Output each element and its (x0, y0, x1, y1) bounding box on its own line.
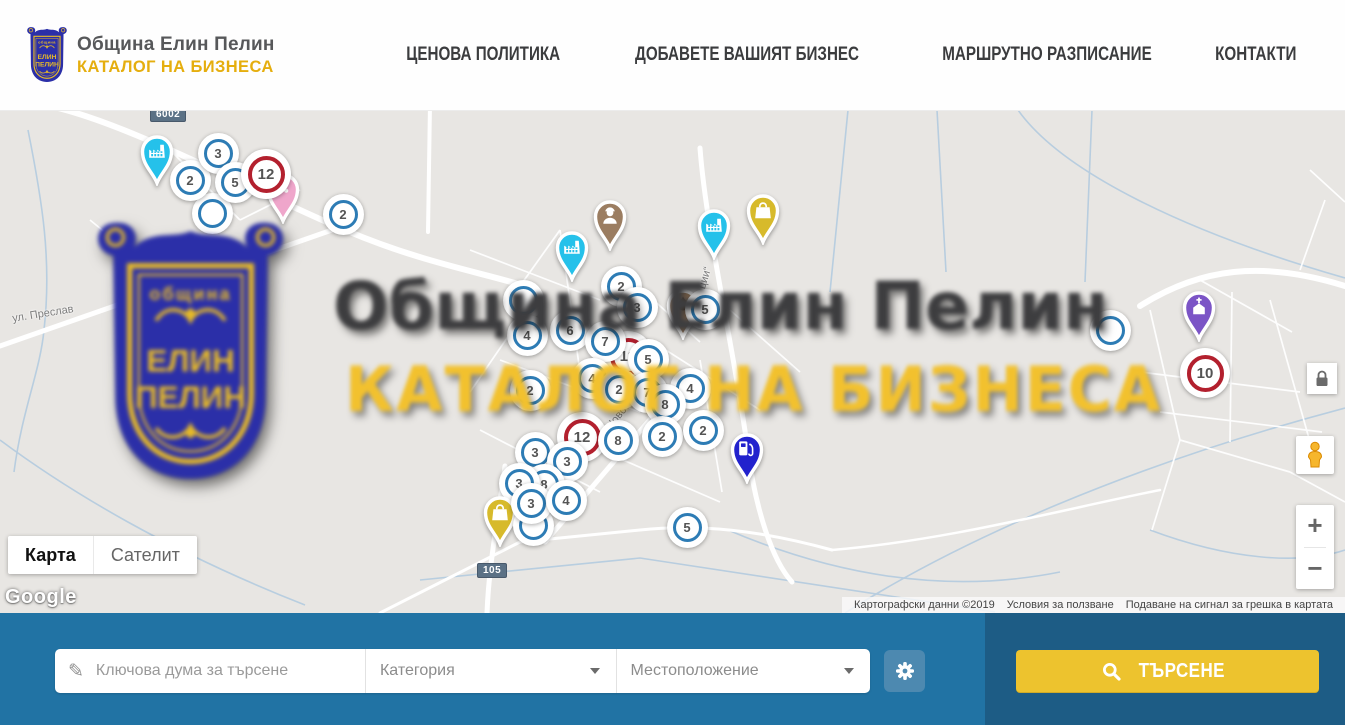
map-cluster-marker[interactable]: 2 (642, 416, 683, 457)
cluster-count: 2 (689, 416, 718, 445)
cluster-count: 2 (648, 422, 677, 451)
nav-item-contacts[interactable]: КОНТАКТИ (1205, 44, 1307, 66)
keyword-search-input[interactable] (94, 661, 365, 681)
map-pin-shopping-bag[interactable] (743, 193, 783, 250)
category-dropdown-value: Категория (380, 662, 455, 680)
map-cluster-marker[interactable]: 2 (323, 194, 364, 235)
category-dropdown[interactable]: Категория (365, 649, 616, 693)
cluster-count: 4 (513, 321, 542, 350)
svg-text:ПЕЛИН: ПЕЛИН (35, 62, 59, 69)
report-error-link[interactable]: Подаване на сигнал за грешка в картата (1120, 599, 1339, 611)
gear-icon (893, 659, 917, 683)
search-button-label: ТЪРСЕНЕ (1139, 660, 1225, 683)
cluster-count: 7 (591, 327, 620, 356)
location-dropdown-value: Местоположение (631, 662, 759, 680)
map-cluster-marker[interactable]: 2 (510, 370, 551, 411)
site-header: община ЕЛИН ПЕЛИН Община Елин Пелин КАТА… (0, 0, 1345, 111)
main-nav: ЦЕНОВА ПОЛИТИКА ДОБАВЕТЕ ВАШИЯТ БИЗНЕС М… (373, 0, 1321, 110)
terms-link[interactable]: Условия за ползване (1001, 599, 1120, 611)
search-box: ✎ Категория Местоположение (55, 649, 870, 693)
pegman-icon (1303, 441, 1327, 469)
pencil-icon: ✎ (68, 660, 84, 683)
map-pin-factory[interactable] (694, 208, 734, 265)
cluster-count: 6 (556, 316, 585, 345)
google-logo[interactable]: Google (5, 586, 77, 609)
cluster-count: 5 (634, 345, 663, 374)
cluster-count: 5 (673, 513, 702, 542)
brand-text: Община Елин Пелин КАТАЛОГ НА БИЗНЕСА (77, 34, 275, 77)
map-pin-construction-worker[interactable] (590, 199, 630, 256)
cluster-count (198, 199, 227, 228)
map-type-satellite-button[interactable]: Сателит (93, 536, 197, 574)
cluster-count: 5 (691, 295, 720, 324)
map-cluster-marker[interactable]: 5 (685, 289, 726, 330)
map-attribution: Картографски данни ©2019 Условия за полз… (842, 597, 1345, 613)
map-cluster-marker[interactable]: 10 (1180, 348, 1230, 398)
cluster-count: 4 (552, 486, 581, 515)
svg-text:ЕЛИН: ЕЛИН (38, 54, 57, 61)
map-copyright: Картографски данни ©2019 (848, 599, 1001, 611)
brand-subtitle: КАТАЛОГ НА БИЗНЕСА (77, 58, 275, 77)
lock-button[interactable] (1307, 363, 1337, 394)
nav-item-label: КОНТАКТИ (1216, 44, 1297, 66)
map-cluster-marker[interactable]: 3 (617, 287, 658, 328)
map-pin-fuel[interactable] (727, 432, 767, 489)
nav-item-label: ЦЕНОВА ПОЛИТИКА (406, 44, 560, 66)
keyword-section: ✎ (55, 649, 365, 693)
search-button[interactable]: ТЪРСЕНЕ (1016, 650, 1319, 693)
nav-item-route-schedule[interactable]: МАРШРУТНО РАЗПИСАНИЕ (916, 44, 1178, 66)
chevron-down-icon (844, 668, 854, 674)
map-cluster-marker[interactable]: 4 (507, 315, 548, 356)
location-dropdown[interactable]: Местоположение (616, 649, 870, 693)
cluster-count: 3 (521, 438, 550, 467)
map-cluster-marker[interactable]: 8 (598, 420, 639, 461)
cluster-count (509, 286, 538, 315)
cluster-count: 2 (516, 376, 545, 405)
lock-icon (1313, 369, 1331, 389)
search-panel: ✎ Категория Местоположение (0, 613, 1345, 725)
cluster-count: 3 (623, 293, 652, 322)
map-pin-factory[interactable] (552, 230, 592, 287)
map-cluster-marker[interactable] (1090, 310, 1131, 351)
map-type-map-button[interactable]: Карта (8, 536, 93, 574)
markers-layer: 23512223546137542274812822338334510 (0, 110, 1345, 613)
map-cluster-marker[interactable]: 7 (585, 321, 626, 362)
cluster-count: 8 (604, 426, 633, 455)
map-cluster-marker[interactable]: 4 (546, 480, 587, 521)
svg-text:община: община (38, 40, 56, 45)
zoom-out-button[interactable]: − (1296, 548, 1334, 590)
map-cluster-marker[interactable]: 5 (667, 507, 708, 548)
site-logo[interactable]: община ЕЛИН ПЕЛИН Община Елин Пелин КАТА… (25, 25, 275, 85)
cluster-count: 8 (651, 390, 680, 419)
nav-item-label: МАРШРУТНО РАЗПИСАНИЕ (942, 44, 1152, 66)
pegman-streetview-button[interactable] (1296, 436, 1334, 474)
map-pin-factory[interactable] (137, 134, 177, 191)
chevron-down-icon (590, 668, 600, 674)
nav-item-label: ДОБАВЕТЕ ВАШИЯТ БИЗНЕС (635, 44, 859, 66)
cluster-count (1096, 316, 1125, 345)
cluster-count: 10 (1187, 355, 1224, 392)
map-type-control: Карта Сателит (8, 536, 197, 574)
google-map[interactable]: ул. Преславбул. „Новоселции“ 6002105 235… (0, 110, 1345, 613)
zoom-control: + − (1296, 505, 1334, 589)
map-cluster-marker[interactable]: 12 (241, 149, 291, 199)
advanced-search-button[interactable] (884, 650, 925, 692)
cluster-count: 2 (329, 200, 358, 229)
cluster-count: 3 (517, 489, 546, 518)
brand-title: Община Елин Пелин (77, 34, 275, 56)
cluster-count: 12 (248, 156, 285, 193)
municipality-crest-logo: община ЕЛИН ПЕЛИН (25, 25, 69, 85)
zoom-in-button[interactable]: + (1296, 505, 1334, 547)
search-icon (1102, 662, 1121, 681)
map-pin-church[interactable] (1179, 290, 1219, 347)
nav-item-pricing-policy[interactable]: ЦЕНОВА ПОЛИТИКА (387, 44, 579, 66)
nav-item-add-your-business[interactable]: ДОБАВЕТЕ ВАШИЯТ БИЗНЕС (607, 44, 887, 66)
cluster-count: 2 (176, 166, 205, 195)
map-cluster-marker[interactable]: 2 (683, 410, 724, 451)
